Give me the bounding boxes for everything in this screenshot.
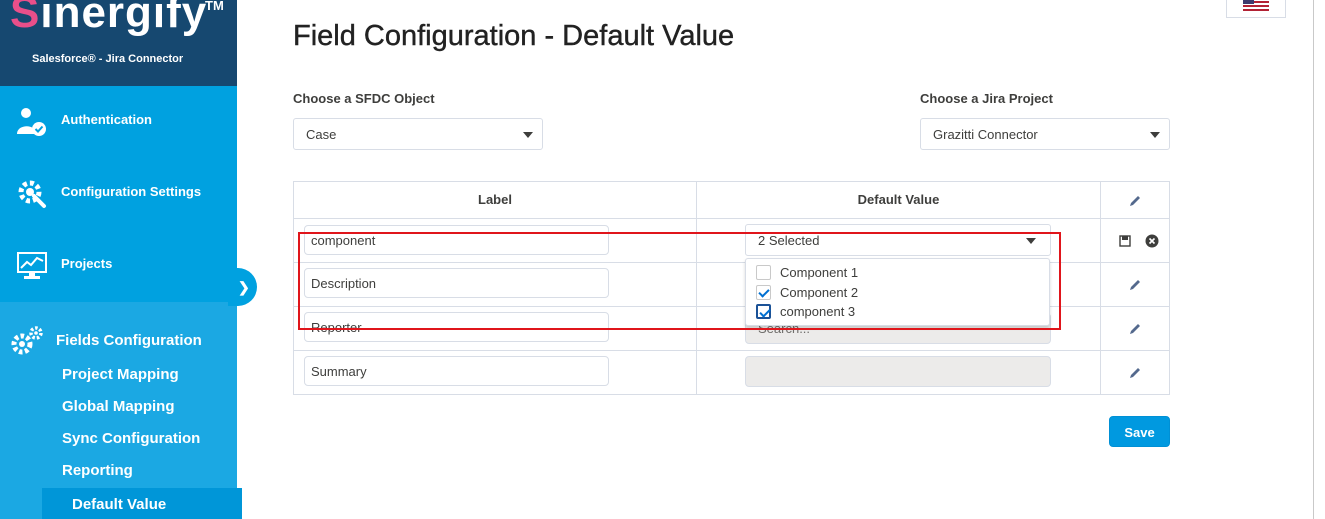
- table-cell-actions: [1101, 263, 1169, 307]
- default-value-input-summary[interactable]: [745, 356, 1051, 387]
- page-title: Field Configuration - Default Value: [293, 20, 735, 52]
- sidebar-collapse-button[interactable]: ❯: [228, 268, 257, 306]
- sidebar-item-projects[interactable]: Projects: [0, 230, 237, 302]
- gears-icon: [11, 326, 43, 355]
- sfdc-object-value: Case: [306, 127, 337, 142]
- sidebar-subitem-label: Default Value: [72, 496, 167, 513]
- app-root: Sinergify TM Salesforce® - Jira Connecto…: [0, 0, 1325, 519]
- annotation-highlight: [298, 232, 1061, 330]
- caret-down-icon: [1150, 132, 1160, 138]
- pencil-icon[interactable]: [1128, 322, 1142, 336]
- jira-project-select[interactable]: Grazitti Connector: [920, 118, 1170, 150]
- sidebar-item-label: Authentication: [61, 112, 152, 127]
- table-cell-actions: [1101, 307, 1169, 351]
- brand-logo-initial: S: [10, 0, 41, 37]
- chevron-right-icon: ❯: [238, 279, 250, 295]
- sidebar-subitem-sync-configuration[interactable]: Sync Configuration: [62, 430, 200, 447]
- sidebar-item-label: Fields Configuration: [56, 332, 202, 349]
- brand-header: Sinergify TM Salesforce® - Jira Connecto…: [0, 0, 237, 86]
- sidebar-item-authentication[interactable]: Authentication: [0, 86, 237, 158]
- pencil-icon[interactable]: [1128, 366, 1142, 380]
- sidebar-subitem-project-mapping[interactable]: Project Mapping: [62, 366, 179, 383]
- sidebar-item-label: Projects: [61, 256, 113, 271]
- monitor-chart-icon: [17, 252, 47, 279]
- sidebar-item-configuration-settings[interactable]: Configuration Settings: [0, 158, 237, 230]
- column-header-text: Label: [478, 192, 512, 207]
- jira-project-label: Choose a Jira Project: [920, 91, 1053, 106]
- brand-tagline: Salesforce® - Jira Connector: [32, 53, 184, 65]
- brand-logo: Sinergify: [10, 0, 207, 38]
- table-cell-actions: [1101, 219, 1169, 263]
- language-selector[interactable]: [1226, 0, 1286, 18]
- wrench-gear-icon: [18, 180, 46, 208]
- column-header-actions: [1101, 182, 1169, 219]
- us-flag-icon: [1243, 0, 1269, 11]
- cancel-icon[interactable]: [1145, 234, 1159, 248]
- brand-logo-text: inergify: [40, 0, 208, 37]
- table-cell-actions: [1101, 351, 1169, 394]
- label-input-summary[interactable]: Summary: [304, 356, 609, 386]
- sidebar-subitem-default-value[interactable]: Default Value: [42, 488, 242, 519]
- sidebar: Sinergify TM Salesforce® - Jira Connecto…: [0, 0, 242, 519]
- sidebar-item-fields-configuration[interactable]: Fields Configuration: [0, 302, 237, 360]
- sidebar-subitem-reporting[interactable]: Reporting: [62, 462, 133, 479]
- scrollbar-divider: [1313, 0, 1314, 519]
- caret-down-icon: [523, 132, 533, 138]
- sfdc-object-label: Choose a SFDC Object: [293, 91, 435, 106]
- pencil-icon[interactable]: [1128, 194, 1142, 208]
- label-input-value: Summary: [311, 364, 367, 379]
- save-button-label: Save: [1124, 425, 1155, 440]
- sidebar-subitem-global-mapping[interactable]: Global Mapping: [62, 398, 175, 415]
- save-button[interactable]: Save: [1109, 416, 1170, 447]
- sidebar-fields-configuration: Fields Configuration Project Mapping Glo…: [0, 302, 242, 519]
- jira-project-value: Grazitti Connector: [933, 127, 1038, 142]
- column-header-default-value: Default Value: [697, 182, 1101, 219]
- pencil-icon[interactable]: [1128, 278, 1142, 292]
- column-header-text: Default Value: [857, 192, 940, 207]
- brand-trademark: TM: [205, 0, 224, 13]
- sidebar-item-label: Configuration Settings: [61, 184, 202, 199]
- sfdc-object-select[interactable]: Case: [293, 118, 543, 150]
- save-icon[interactable]: [1119, 235, 1131, 247]
- column-header-label: Label: [294, 182, 697, 219]
- user-check-icon: [17, 108, 46, 136]
